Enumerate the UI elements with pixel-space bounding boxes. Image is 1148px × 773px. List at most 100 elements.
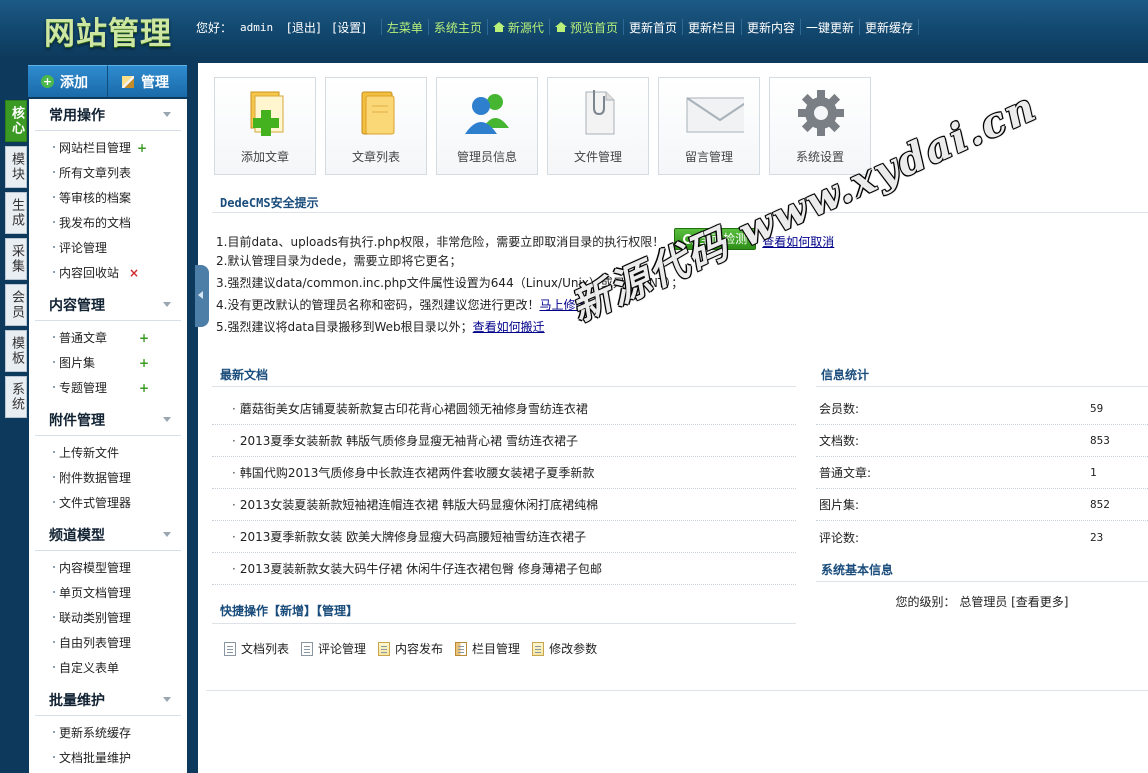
list-item[interactable]: 2013女装夏装新款短袖裙连帽连衣裙 韩版大码显瘦休闲打底裙纯棉 xyxy=(212,489,796,521)
shortcut-params[interactable]: 修改参数 xyxy=(532,640,597,657)
update-content-link[interactable]: 更新内容 xyxy=(747,19,795,36)
vtab-member[interactable]: 会员 xyxy=(5,284,27,326)
folder-icon xyxy=(361,91,395,135)
plus-icon: + xyxy=(41,75,54,88)
menu-item-pending[interactable]: 等审核的档案 xyxy=(29,185,187,210)
update-cache-link[interactable]: 更新缓存 xyxy=(865,19,913,36)
menu-item-custom-form[interactable]: 自定义表单 xyxy=(29,655,187,680)
menu-item-free-list[interactable]: 自由列表管理 xyxy=(29,630,187,655)
menu-item-gallery[interactable]: 图片集 + xyxy=(29,350,187,375)
preview-link[interactable]: 预览首页 xyxy=(570,19,618,36)
vtab-core[interactable]: 核心 xyxy=(5,100,27,142)
shortcut-bar: 文档列表 评论管理 内容发布 栏目管理 修改参数 xyxy=(224,640,609,657)
pencil-icon xyxy=(378,641,391,656)
menu-item-linkage[interactable]: 联动类别管理 xyxy=(29,605,187,630)
menu-item-batch-docs[interactable]: 文档批量维护 xyxy=(29,745,187,770)
shortcut-comments[interactable]: 评论管理 xyxy=(301,640,366,657)
username: admin xyxy=(240,20,274,34)
list-item[interactable]: 2013夏装新款女装大码牛仔裙 休闲牛仔连衣裙包臀 修身薄裙子包邮 xyxy=(212,553,796,585)
quick-article-list[interactable]: 文章列表 xyxy=(325,77,427,175)
file-clip-icon xyxy=(585,90,615,135)
delete-icon[interactable]: × xyxy=(129,266,139,280)
home-icon xyxy=(554,22,567,32)
menu-item-attach-data[interactable]: 附件数据管理 xyxy=(29,465,187,490)
menu-item-single-page[interactable]: 单页文档管理 xyxy=(29,580,187,605)
menu-item-normal-article[interactable]: 普通文章 + xyxy=(29,325,187,350)
quick-add-article[interactable]: 添加文章 xyxy=(214,77,316,175)
security-title: DedeCMS安全提示 xyxy=(220,196,319,210)
users-icon xyxy=(465,94,509,134)
move-howto-link[interactable]: 查看如何搬迁 xyxy=(473,320,545,334)
quick-admin-info[interactable]: 管理员信息 xyxy=(436,77,538,175)
add-icon[interactable]: + xyxy=(137,141,147,155)
tab-add[interactable]: + 添加 xyxy=(28,65,108,97)
update-all-link[interactable]: 一键更新 xyxy=(806,19,854,36)
menu-group-common[interactable]: 常用操作 xyxy=(35,99,181,131)
change-now-link[interactable]: 马上修改 xyxy=(539,298,587,312)
stats-list: 会员数: 59 文档数: 853 普通文章: 1 图片集: 852 评论数: 23 xyxy=(816,393,1148,553)
vtab-generate[interactable]: 生成 xyxy=(5,192,27,234)
vtab-module[interactable]: 模块 xyxy=(5,146,27,188)
shortcut-publish[interactable]: 内容发布 xyxy=(378,640,443,657)
quick-icons: 添加文章 文章列表 管理员信息 文件管理 留言管理 系统设置 xyxy=(214,77,880,175)
top-header: 网站管理 您好： admin [退出] [设置] 左菜单 系统主页 新源代 预览… xyxy=(0,0,1148,58)
list-item[interactable]: 2013夏季新款女装 欧美大牌修身显瘦大码高腰短袖雪纺连衣裙子 xyxy=(212,521,796,553)
menu-item-all-articles[interactable]: 所有文章列表 xyxy=(29,160,187,185)
notice-5: 5.强烈建议将data目录搬移到Web根目录以外；查看如何搬迁 xyxy=(216,320,545,334)
edit-icon xyxy=(122,75,134,88)
vtab-collect[interactable]: 采集 xyxy=(5,238,27,280)
stat-members: 会员数: 59 xyxy=(816,393,1148,425)
chevron-down-icon xyxy=(163,532,171,537)
logout-link[interactable]: [退出] xyxy=(287,19,320,36)
menu-group-content[interactable]: 内容管理 xyxy=(35,289,181,321)
list-item[interactable]: 蘑菇街美女店铺夏装新款复古印花背心裙圆领无袖修身雪纺连衣裙 xyxy=(212,393,796,425)
update-column-link[interactable]: 更新栏目 xyxy=(688,19,736,36)
quick-system-settings[interactable]: 系统设置 xyxy=(769,77,871,175)
user-level[interactable]: 您的级别： 总管理员 [查看更多] xyxy=(816,593,1148,610)
top-nav: 您好： admin [退出] [设置] 左菜单 系统主页 新源代 预览首页 更新… xyxy=(196,17,924,37)
stat-docs: 文档数: 853 xyxy=(816,425,1148,457)
left-menu-link[interactable]: 左菜单 xyxy=(387,19,423,36)
add-icon[interactable]: + xyxy=(139,356,149,370)
columns-icon xyxy=(455,641,468,656)
menu-group-batch[interactable]: 批量维护 xyxy=(35,684,181,716)
menu-item-column-manage[interactable]: 网站栏目管理 + xyxy=(29,135,187,160)
new-source-link[interactable]: 新源代 xyxy=(508,19,544,36)
menu-item-model[interactable]: 内容模型管理 xyxy=(29,555,187,580)
chevron-down-icon xyxy=(163,697,171,702)
sys-home-link[interactable]: 系统主页 xyxy=(434,19,482,36)
stat-galleries: 图片集: 852 xyxy=(816,489,1148,521)
menu-item-my-docs[interactable]: 我发布的文档 xyxy=(29,210,187,235)
menu-item-upload[interactable]: 上传新文件 xyxy=(29,440,187,465)
full-check-button[interactable]: 全面检测 xyxy=(674,228,757,250)
quick-message-manage[interactable]: 留言管理 xyxy=(658,77,760,175)
vtab-system[interactable]: 系统 xyxy=(5,376,27,418)
left-panel: + 添加 管理 核心 模块 生成 采集 会员 模板 系统 常用操作 网站栏目管理… xyxy=(0,58,198,773)
shortcut-columns[interactable]: 栏目管理 xyxy=(455,640,520,657)
sidebar-collapse-handle[interactable] xyxy=(195,265,209,327)
menu-item-recycle[interactable]: 内容回收站 × xyxy=(29,260,187,285)
notice-1: 1.目前data、uploads有执行.php权限，非常危险，需要立即取消目录的… xyxy=(216,228,1116,250)
vtab-template[interactable]: 模板 xyxy=(5,330,27,372)
quick-file-manage[interactable]: 文件管理 xyxy=(547,77,649,175)
stats-title: 信息统计 xyxy=(821,368,870,382)
cancel-howto-link[interactable]: 查看如何取消 xyxy=(762,235,834,249)
menu-item-comments[interactable]: 评论管理 xyxy=(29,235,187,260)
menu-item-update-cache[interactable]: 更新系统缓存 xyxy=(29,720,187,745)
update-home-link[interactable]: 更新首页 xyxy=(629,19,677,36)
menu-item-topic[interactable]: 专题管理 + xyxy=(29,375,187,400)
tab-manage[interactable]: 管理 xyxy=(108,65,187,97)
settings-link[interactable]: [设置] xyxy=(333,19,366,36)
shortcut-doc-list[interactable]: 文档列表 xyxy=(224,640,289,657)
stat-comments: 评论数: 23 xyxy=(819,530,1104,545)
tab-manage-label: 管理 xyxy=(141,74,169,91)
menu-group-channel[interactable]: 频道模型 xyxy=(35,519,181,551)
list-item[interactable]: 韩国代购2013气质修身中长款连衣裙两件套收腰女装裙子夏季新款 xyxy=(212,457,796,489)
menu-group-attachment[interactable]: 附件管理 xyxy=(35,404,181,436)
add-icon[interactable]: + xyxy=(139,331,149,345)
security-notices: 1.目前data、uploads有执行.php权限，非常危险，需要立即取消目录的… xyxy=(216,228,1116,338)
list-item[interactable]: 2013夏季女装新款 韩版气质修身显瘦无袖背心裙 雪纺连衣裙子 xyxy=(212,425,796,457)
add-icon[interactable]: + xyxy=(139,381,149,395)
menu-item-file-manager[interactable]: 文件式管理器 xyxy=(29,490,187,515)
chevron-down-icon xyxy=(163,417,171,422)
